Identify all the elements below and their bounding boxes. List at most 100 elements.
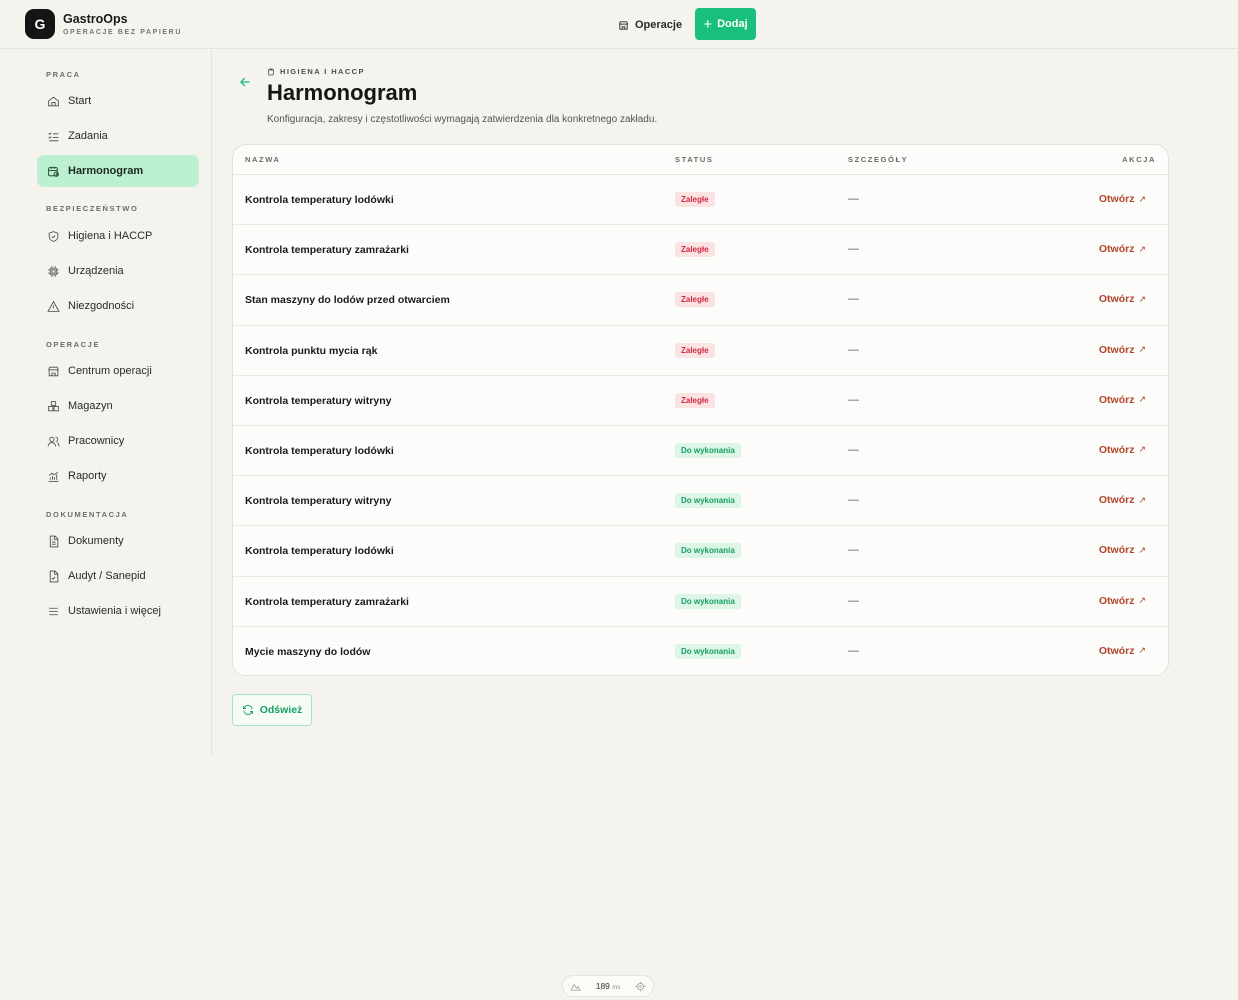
sidebar-item-hygiene-haccp[interactable]: Higiena i HACCP [37,220,199,252]
top-bar: G GastroOps OPERACJE BEZ PAPIERU Operacj… [0,0,1238,49]
breadcrumb: HIGIENA I HACCP [267,67,365,76]
sidebar-item-start[interactable]: Start [37,85,199,117]
row-name: Kontrola temperatury witryny [245,495,392,508]
sidebar-item-label: Pracownicy [68,435,125,447]
open-link-label: Otwórz [1098,644,1135,657]
users-icon [38,435,68,448]
open-link[interactable]: Otwórz ↗ [1099,494,1146,506]
table-row: Kontrola temperatury witryny Do wykonania… [233,476,1168,527]
app-logo[interactable]: G [25,9,55,39]
status-badge: Do wykonania [675,442,741,458]
open-link[interactable]: Otwórz ↗ [1099,544,1146,556]
home-icon [38,95,68,108]
open-link-label: Otwórz [1098,343,1135,356]
column-header-action: AKCJA [1122,155,1156,164]
sidebar-item-label: Urządzenia [68,265,124,277]
row-name: Kontrola temperatury lodówki [245,194,394,206]
perf-readout: 189 ms [596,981,621,991]
column-header-status: STATUS [675,155,714,164]
status-badge: Zaległe [675,392,715,408]
menu-icon [38,605,68,618]
sidebar-item-devices[interactable]: Urządzenia [37,255,199,287]
sidebar-item-label: Zadania [68,130,108,142]
sidebar-section-title: BEZPIECZEŃSTWO [46,204,139,213]
add-button[interactable]: + Dodaj [695,8,756,40]
performance-indicator: 189 ms [562,975,654,997]
open-link[interactable]: Otwórz ↗ [1099,444,1146,456]
calendar-clock-icon [38,165,68,178]
arrow-up-right-icon: ↗ [1138,494,1146,505]
row-name: Kontrola temperatury zamrażarki [245,244,409,257]
breadcrumb-label: HIGIENA I HACCP [280,67,365,76]
sidebar-item-label: Audyt / Sanepid [68,570,146,582]
arrow-up-right-icon: ↗ [1138,444,1146,455]
row-details: — [848,243,859,256]
sidebar-item-label: Magazyn [68,400,113,412]
mountain-icon[interactable] [570,981,581,992]
row-details: — [848,343,859,356]
sidebar-item-audit[interactable]: Audyt / Sanepid [37,560,199,592]
open-link[interactable]: Otwórz ↗ [1099,645,1146,657]
row-details: — [848,494,859,507]
schedule-table: NAZWA STATUS SZCZEGÓŁY AKCJA Kontrola te… [232,144,1169,676]
arrow-up-right-icon: ↗ [1138,344,1146,355]
sidebar-item-operations-center[interactable]: Centrum operacji [37,355,199,387]
column-header-name: NAZWA [245,155,281,164]
checklist-icon [38,130,68,143]
arrow-up-right-icon: ↗ [1138,595,1146,605]
row-name: Kontrola punktu mycia rąk [245,344,378,357]
sidebar-section-title: PRACA [46,70,81,79]
sidebar: PRACA Start Zadania Harmonogram BEZPIECZ… [0,50,212,756]
sidebar-item-warehouse[interactable]: Magazyn [37,390,199,422]
open-link-label: Otwórz [1098,393,1135,406]
sidebar-item-label: Dokumenty [68,535,124,547]
warning-icon [38,300,68,313]
operations-label: Operacje [635,19,683,31]
operations-link[interactable]: Operacje [618,16,682,34]
refresh-button-label: Odśwież [259,704,303,716]
table-header: NAZWA STATUS SZCZEGÓŁY AKCJA [233,145,1168,175]
crosshair-icon[interactable] [635,980,646,992]
page-description: Konfiguracja, zakresy i częstotliwości w… [267,114,658,125]
arrow-up-right-icon: ↗ [1138,544,1146,555]
open-link[interactable]: Otwórz ↗ [1099,344,1146,356]
status-badge: Zaległe [675,342,715,358]
store-icon [38,365,68,378]
open-link[interactable]: Otwórz ↗ [1099,193,1146,205]
sidebar-item-schedule[interactable]: Harmonogram [37,155,199,187]
chip-icon [38,265,68,278]
sidebar-section-title: DOKUMENTACJA [46,510,129,519]
document-icon [38,535,68,548]
refresh-button[interactable]: Odśwież [232,694,312,726]
file-check-icon [38,570,68,583]
row-name: Kontrola temperatury zamrażarki [245,595,409,608]
row-name: Mycie maszyny do lodów [245,645,371,658]
boxes-icon [38,400,68,413]
sidebar-item-label: Higiena i HACCP [68,230,153,242]
sidebar-item-reports[interactable]: Raporty [37,460,199,492]
open-link[interactable]: Otwórz ↗ [1099,243,1146,255]
status-badge: Zaległe [675,192,715,207]
sidebar-item-nonconformities[interactable]: Niezgodności [37,290,199,322]
open-link[interactable]: Otwórz ↗ [1099,394,1146,406]
sidebar-item-label: Ustawienia i więcej [68,605,161,617]
sidebar-item-settings[interactable]: Ustawienia i więcej [37,595,199,627]
back-arrow-icon[interactable] [238,75,252,89]
sidebar-item-employees[interactable]: Pracownicy [37,425,199,457]
table-row: Kontrola punktu mycia rąk Zaległe — Otwórz ↗ [233,326,1168,376]
status-badge: Do wykonania [675,493,741,509]
open-link[interactable]: Otwórz ↗ [1099,293,1146,305]
app-tagline: OPERACJE BEZ PAPIERU [63,29,182,36]
row-details: — [848,393,859,406]
column-header-details: SZCZEGÓŁY [848,155,909,164]
row-name: Kontrola temperatury lodówki [245,444,394,457]
row-details: — [848,594,859,607]
sidebar-item-documents[interactable]: Dokumenty [37,525,199,557]
table-row: Stan maszyny do lodów przed otwarciem Zal… [233,275,1168,326]
open-link[interactable]: Otwórz ↗ [1099,595,1146,607]
sidebar-section-title: OPERACJE [46,340,101,349]
sidebar-item-tasks[interactable]: Zadania [37,120,199,152]
row-details: — [848,644,859,657]
table-row: Mycie maszyny do lodów Do wykonania — Otwór… [233,627,1168,675]
sidebar-item-label: Harmonogram [68,165,144,177]
